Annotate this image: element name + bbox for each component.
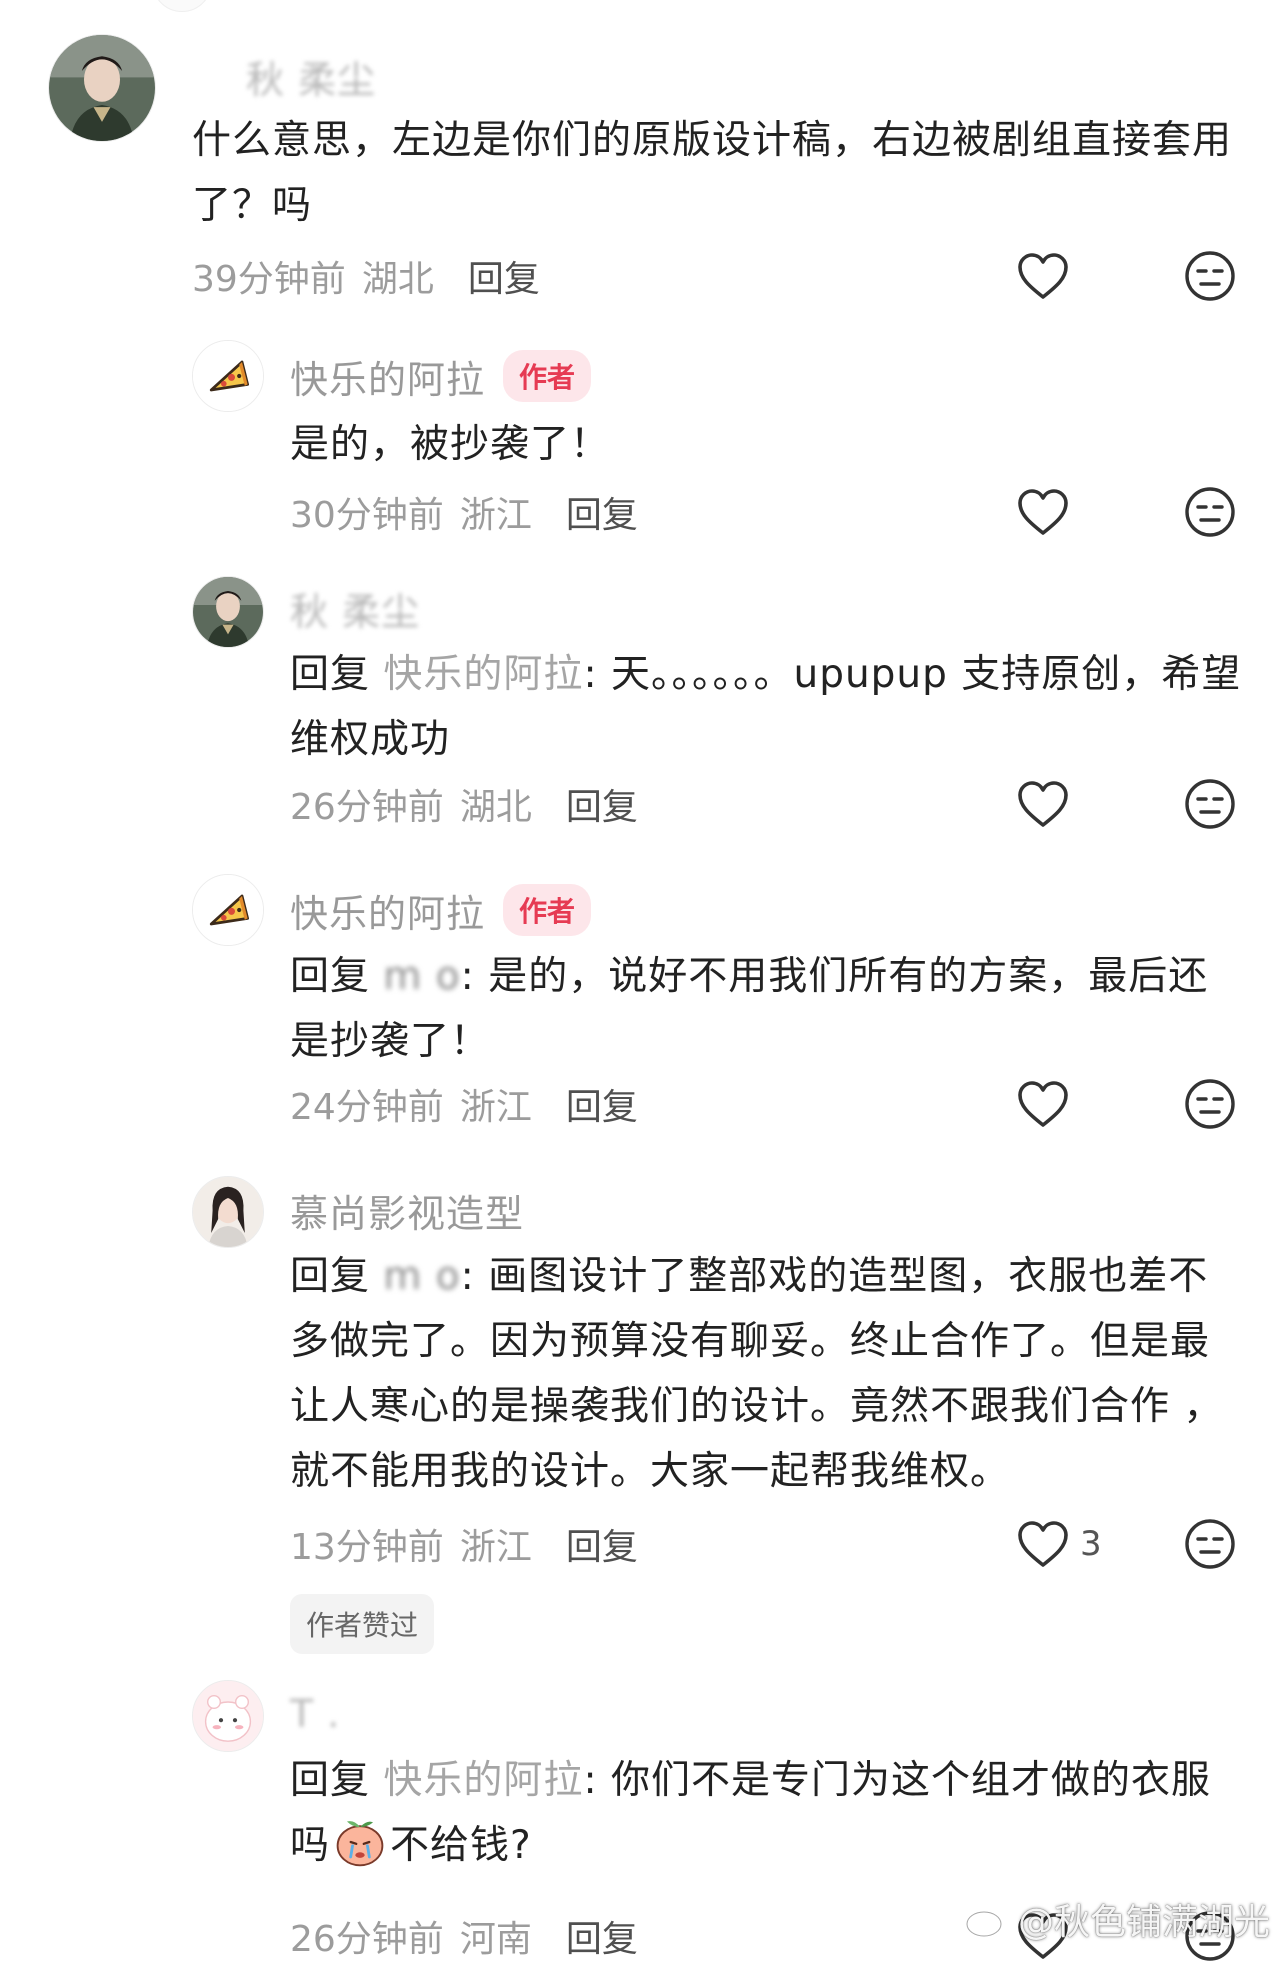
comment-meta: 13分钟前 浙江 回复: [290, 1514, 638, 1574]
timestamp: 24分钟前: [290, 1087, 444, 1128]
neutral-face-icon: [1185, 1079, 1235, 1129]
region: 浙江: [459, 1527, 532, 1568]
reply-button[interactable]: 回复: [566, 778, 638, 830]
region: 湖北: [459, 787, 532, 828]
comment-text: 回复 m o: 画图设计了整部戏的造型图，衣服也差不多做完了。因为预算没有聊妥。…: [290, 1254, 1224, 1494]
neutral-face-icon: [1185, 1519, 1235, 1569]
username-row: T .: [290, 1682, 340, 1746]
region: 浙江: [459, 1087, 532, 1128]
avatar[interactable]: [192, 874, 264, 946]
neutral-face-icon: [1185, 251, 1235, 301]
username[interactable]: 秋 柔尘: [246, 49, 376, 104]
neutral-face-icon: [1185, 487, 1235, 537]
username-row: 快乐的阿拉 作者: [290, 878, 592, 942]
like-button[interactable]: 3: [1016, 1514, 1102, 1574]
dislike-button[interactable]: [1180, 482, 1240, 542]
comment-meta: 26分钟前 湖北 回复: [290, 774, 638, 834]
timestamp: 39分钟前: [192, 259, 346, 300]
heart-icon: [1018, 1081, 1068, 1127]
liked-by-author-chip: 作者赞过: [290, 1594, 435, 1654]
username-row: 慕尚影视造型: [290, 1178, 524, 1242]
like-button[interactable]: [1016, 1074, 1070, 1134]
username[interactable]: 快乐的阿拉: [290, 883, 485, 938]
dislike-button[interactable]: [1180, 1514, 1240, 1574]
crying-peach-emoji-icon: [336, 1821, 384, 1867]
timestamp: 26分钟前: [290, 1919, 444, 1960]
avatar[interactable]: [192, 340, 264, 412]
reply-target-link[interactable]: m o: [383, 954, 460, 999]
reply-button[interactable]: 回复: [566, 1078, 638, 1130]
comment-text: 什么意思，左边是你们的原版设计稿，右边被剧组直接套用了？吗: [192, 118, 1233, 228]
reply-button[interactable]: 回复: [566, 486, 638, 538]
heart-icon: [1018, 253, 1068, 299]
reply-target-link[interactable]: 快乐的阿拉: [383, 1758, 583, 1803]
timestamp: 26分钟前: [290, 787, 444, 828]
avatar[interactable]: [48, 34, 156, 142]
comment-meta: 39分钟前 湖北 回复: [192, 246, 540, 306]
comment-meta: 26分钟前 河南 回复: [290, 1906, 638, 1966]
weibo-logo-icon: [965, 1903, 1008, 1938]
avatar[interactable]: [192, 1176, 264, 1248]
dislike-button[interactable]: [1180, 246, 1240, 306]
heart-icon: [1018, 1521, 1068, 1567]
watermark-text: @秋色铺满湖光: [1017, 1902, 1270, 1943]
username[interactable]: 秋 柔尘: [290, 581, 420, 636]
avatar[interactable]: [192, 1680, 264, 1752]
heart-icon: [1018, 781, 1068, 827]
previous-avatar-edge: [152, 0, 212, 12]
avatar[interactable]: [192, 576, 264, 648]
like-button[interactable]: [1016, 246, 1070, 306]
region: 河南: [459, 1919, 532, 1960]
comment-meta: 30分钟前 浙江 回复: [290, 482, 638, 542]
like-count: 3: [1080, 1524, 1102, 1564]
reply-button[interactable]: 回复: [468, 250, 540, 302]
comment-text: 回复 快乐的阿拉: 天。。。。。。upupup 支持原创，希望维权成功: [290, 652, 1242, 762]
timestamp: 30分钟前: [290, 495, 444, 536]
comment-text: 是的，被抄袭了！: [290, 422, 611, 467]
like-button[interactable]: [1016, 774, 1070, 834]
username-row: 秋 柔尘: [290, 576, 420, 640]
reply-target-link[interactable]: 快乐的阿拉: [383, 652, 583, 697]
username[interactable]: T .: [290, 1692, 340, 1736]
comment-text: 回复 m o: 是的，说好不用我们所有的方案，最后还是抄袭了！: [290, 954, 1209, 1064]
reply-target-link[interactable]: m o: [383, 1254, 460, 1299]
username[interactable]: 慕尚影视造型: [290, 1183, 524, 1238]
reply-button[interactable]: 回复: [566, 1910, 638, 1962]
dislike-button[interactable]: [1180, 774, 1240, 834]
comment-text: 回复 快乐的阿拉: 你们不是专门为这个组才做的衣服吗 不给钱?: [290, 1758, 1211, 1868]
username-row: 秋 柔尘: [246, 44, 376, 108]
neutral-face-icon: [1185, 779, 1235, 829]
reply-button[interactable]: 回复: [566, 1518, 638, 1570]
region: 湖北: [361, 259, 434, 300]
username[interactable]: 快乐的阿拉: [290, 349, 485, 404]
username-row: 快乐的阿拉 作者: [290, 344, 592, 408]
author-badge: 作者: [503, 884, 592, 936]
like-button[interactable]: [1016, 482, 1070, 542]
region: 浙江: [459, 495, 532, 536]
heart-icon: [1018, 489, 1068, 535]
dislike-button[interactable]: [1180, 1074, 1240, 1134]
comment-meta: 24分钟前 浙江 回复: [290, 1074, 638, 1134]
timestamp: 13分钟前: [290, 1527, 444, 1568]
author-badge: 作者: [503, 350, 592, 402]
weibo-watermark: @秋色铺满湖光: [964, 1893, 1270, 1945]
